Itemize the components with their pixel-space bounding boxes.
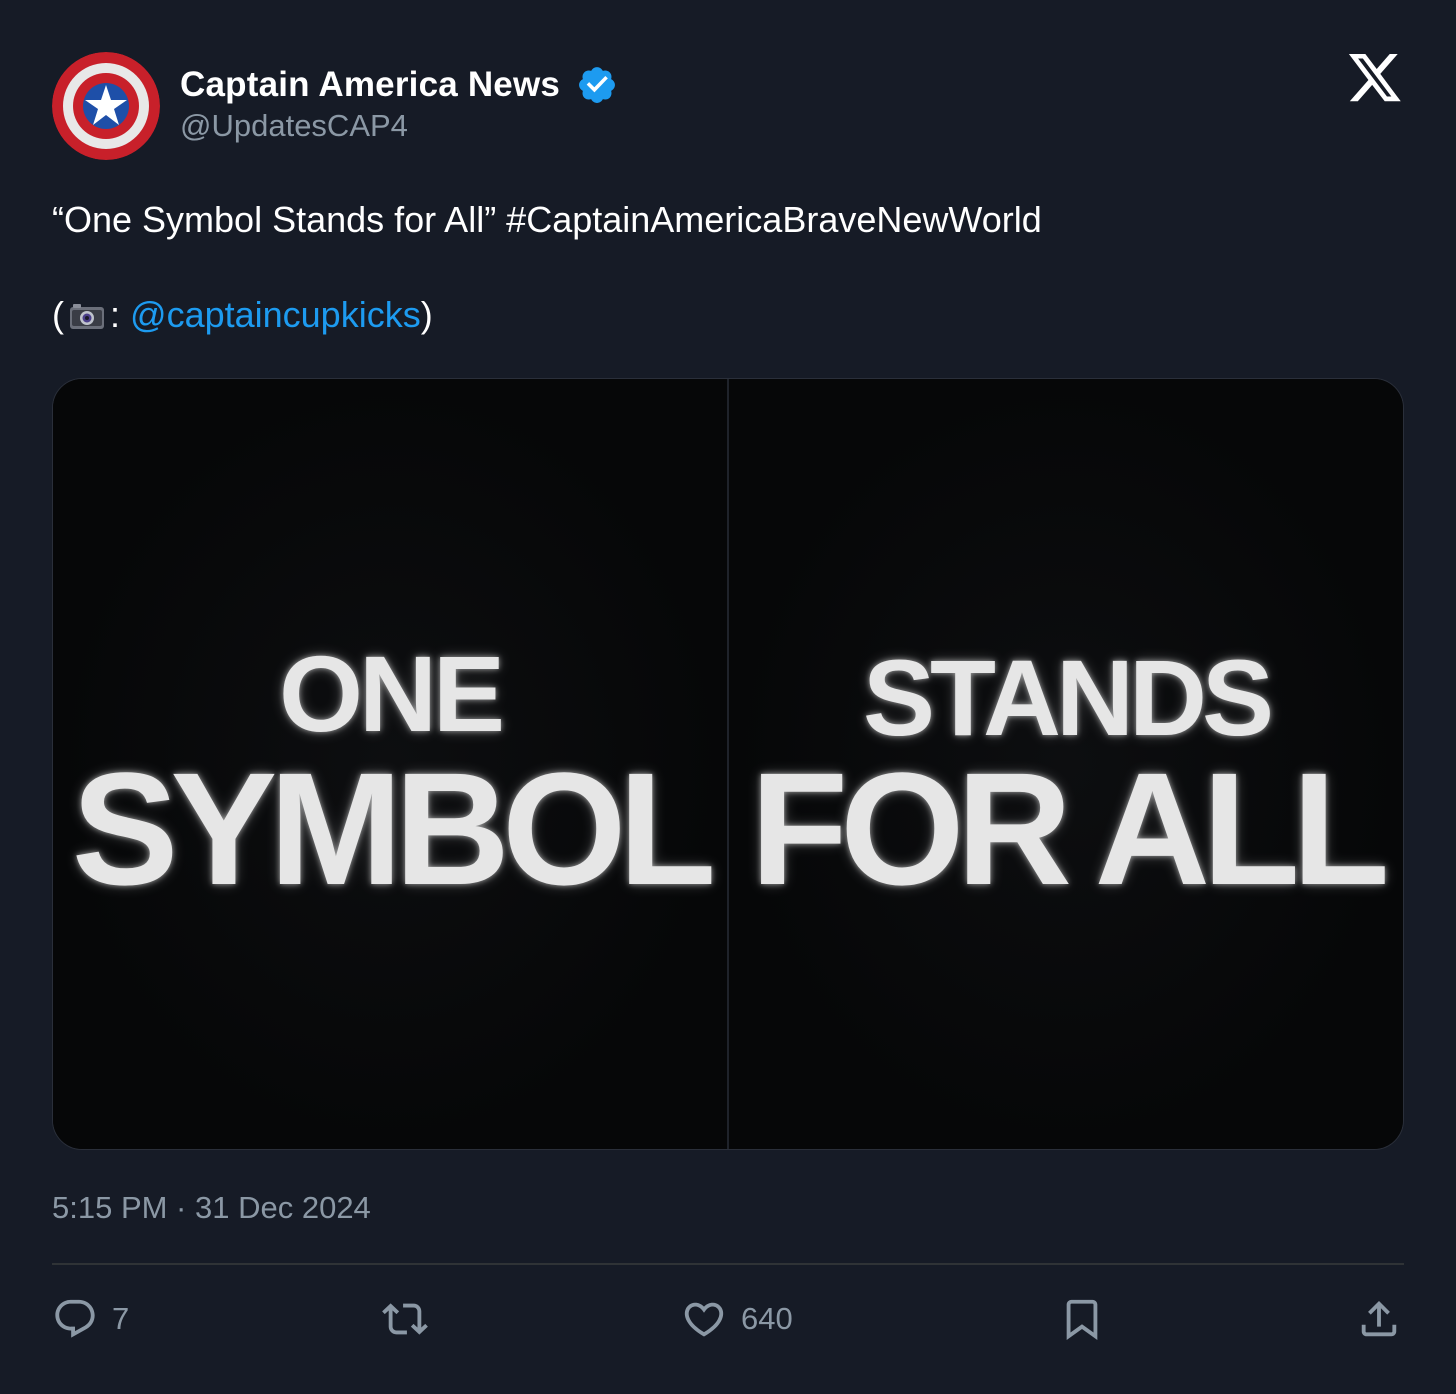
post-text: “One Symbol Stands for All” #CaptainAmer… [52, 199, 1042, 240]
author-name[interactable]: Captain America News [180, 65, 560, 105]
verified-badge-icon [579, 67, 615, 103]
x-logo-icon[interactable] [1346, 54, 1404, 106]
author-handle[interactable]: @UpdatesCAP4 [180, 108, 618, 144]
credit-mention-link[interactable]: @captaincupkicks [130, 294, 421, 335]
share-icon [1361, 1300, 1397, 1337]
captain-america-shield-avatar [52, 52, 160, 160]
like-count: 640 [741, 1301, 793, 1336]
divider [52, 1263, 1404, 1265]
author-block[interactable]: Captain America News @UpdatesCAP4 [180, 60, 618, 144]
reply-button[interactable]: 7 [52, 1296, 129, 1342]
reply-icon [55, 1299, 95, 1338]
like-icon [684, 1302, 724, 1337]
like-button[interactable]: 640 [681, 1296, 793, 1342]
credit-close: ) [420, 294, 433, 335]
reply-count: 7 [112, 1301, 130, 1336]
avatar[interactable] [52, 52, 160, 160]
bookmark-button[interactable] [1059, 1296, 1105, 1342]
retweet-button[interactable] [382, 1296, 428, 1342]
credit-separator: : [110, 294, 121, 335]
bookmark-icon [1066, 1299, 1098, 1340]
retweet-icon [382, 1303, 428, 1335]
media-text-symbol: SYMBOL [71, 739, 716, 918]
camera-icon [70, 304, 104, 329]
media-panel-left[interactable]: ONE SYMBOL [53, 379, 727, 1149]
credit-open: ( [52, 294, 64, 335]
share-button[interactable] [1356, 1296, 1402, 1342]
media-text-for-all: FOR ALL [750, 739, 1389, 918]
post-media[interactable]: ONE SYMBOL STANDS FOR ALL [52, 378, 1404, 1150]
post-timestamp[interactable]: 5:15 PM · 31 Dec 2024 [52, 1190, 371, 1226]
media-panel-right[interactable]: STANDS FOR ALL [727, 379, 1403, 1149]
photo-credit: ( : @captaincupkicks) [52, 294, 433, 336]
